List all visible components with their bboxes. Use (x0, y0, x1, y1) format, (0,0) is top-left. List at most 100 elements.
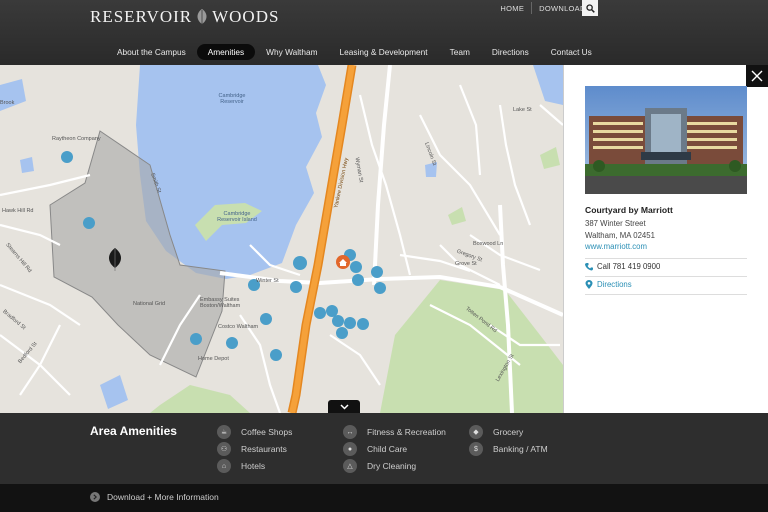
footer-bar: Download + More Information (0, 484, 768, 512)
grove-st-label: Grove St (455, 261, 477, 267)
map-pin-fitness[interactable] (83, 217, 95, 229)
directions-link[interactable]: Directions (585, 280, 632, 289)
park-area (540, 147, 560, 169)
map-pin-hotel[interactable] (293, 256, 307, 270)
map-pin[interactable] (260, 313, 272, 325)
address-line-2: Waltham, MA 02451 (585, 231, 655, 240)
directions-label: Directions (597, 280, 632, 289)
call-label: Call 781 419 0900 (597, 262, 661, 271)
website-link[interactable]: www.marriott.com (585, 242, 647, 251)
amenity-filter-restaurants[interactable]: ⚇ Restaurants (217, 442, 287, 456)
fitness-icon: ↔ (343, 425, 357, 439)
logo-text-left: RESERVOIR (90, 7, 193, 26)
amenity-label: Child Care (367, 444, 408, 454)
map-collapse-toggle[interactable] (328, 400, 360, 413)
park-area (448, 207, 466, 225)
location-info-panel: Courtyard by Marriott 387 Winter Street … (563, 65, 768, 413)
home-link[interactable]: HOME (493, 4, 531, 13)
map-pin[interactable] (374, 282, 386, 294)
brook-label: Brook (0, 100, 15, 106)
park-area (380, 280, 563, 413)
download-label: Download + More Information (107, 492, 219, 502)
map-pin[interactable] (270, 349, 282, 361)
map-pin-banking[interactable] (61, 151, 73, 163)
chevron-right-icon (90, 492, 100, 502)
map-canvas (0, 65, 563, 413)
pond (20, 157, 34, 173)
winter-st-label: Winter St (256, 278, 279, 284)
amenity-filter-fitness[interactable]: ↔ Fitness & Recreation (343, 425, 446, 439)
address-line-1: 387 Winter Street (585, 219, 646, 228)
map-pin[interactable] (344, 317, 356, 329)
map-pin[interactable] (326, 305, 338, 317)
amenity-filter-dry-cleaning[interactable]: △ Dry Cleaning (343, 459, 416, 473)
hanger-icon: △ (343, 459, 357, 473)
download-info-link[interactable]: Download + More Information (90, 492, 219, 502)
phone-icon (585, 263, 593, 271)
divider (585, 294, 747, 295)
map-pin[interactable] (371, 266, 383, 278)
map-pin[interactable] (190, 333, 202, 345)
boxwood-ln-label: Boxwood Ln (473, 241, 504, 247)
map-pin[interactable] (352, 274, 364, 286)
nav-why-waltham[interactable]: Why Waltham (255, 44, 328, 60)
amenities-map[interactable]: Cambridge Reservoir Cambridge Reservoir … (0, 65, 563, 413)
map-pin[interactable] (336, 327, 348, 339)
grocery-icon: ◆ (469, 425, 483, 439)
raytheon-label: Raytheon Company (52, 136, 101, 142)
amenity-filter-banking[interactable]: $ Banking / ATM (469, 442, 548, 456)
home-depot-label: Home Depot (198, 356, 229, 362)
embassy-suites-label: Embassy Suites Boston/Waltham (200, 297, 241, 309)
close-icon (751, 70, 763, 82)
nav-leasing-development[interactable]: Leasing & Development (329, 44, 439, 60)
hawk-hill-label: Hawk Hill Rd (2, 208, 34, 214)
lake-st-label: Lake St (513, 107, 532, 113)
amenity-filter-grocery[interactable]: ◆ Grocery (469, 425, 523, 439)
logo[interactable]: RESERVOIR WOODS (90, 7, 279, 27)
park-area (150, 385, 250, 413)
amenity-filter-child-care[interactable]: ● Child Care (343, 442, 407, 456)
national-grid-label: National Grid (133, 301, 166, 307)
search-icon (585, 3, 595, 13)
restaurant-icon: ⚇ (217, 442, 231, 456)
amenity-label: Grocery (493, 427, 524, 437)
amenity-label: Restaurants (241, 444, 287, 454)
cambridge-reservoir-label: Cambridge Reservoir (218, 93, 246, 105)
amenity-filter-hotels[interactable]: ⌂ Hotels (217, 459, 265, 473)
map-pin[interactable] (226, 337, 238, 349)
pond (0, 79, 26, 111)
area-amenities-bar: Area Amenities ☕ Coffee Shops ⚇ Restaura… (0, 413, 768, 484)
nav-contact-us[interactable]: Contact Us (540, 44, 603, 60)
map-pin[interactable] (314, 307, 326, 319)
location-name: Courtyard by Marriott (585, 205, 673, 215)
hotel-icon: ⌂ (217, 459, 231, 473)
map-pin[interactable] (357, 318, 369, 330)
amenity-filter-coffee-shops[interactable]: ☕ Coffee Shops (217, 425, 292, 439)
nav-about-the-campus[interactable]: About the Campus (106, 44, 197, 60)
nav-team[interactable]: Team (439, 44, 481, 60)
map-pin[interactable] (332, 315, 344, 327)
close-panel-button[interactable] (746, 65, 768, 87)
amenities-title: Area Amenities (90, 424, 177, 438)
costco-label: Costco Waltham (218, 324, 259, 330)
divider (585, 258, 747, 259)
map-marker-icon (585, 280, 593, 289)
amenity-label: Fitness & Recreation (367, 427, 446, 437)
map-pin[interactable] (290, 281, 302, 293)
divider (585, 276, 747, 277)
pond (533, 65, 563, 105)
reservoir-island-label: Cambridge Reservoir Island (217, 211, 257, 223)
map-pin[interactable] (350, 261, 362, 273)
hotel-photo-image (585, 86, 747, 194)
nav-directions[interactable]: Directions (481, 44, 540, 60)
pond (100, 375, 128, 409)
amenity-label: Banking / ATM (493, 444, 548, 454)
call-link[interactable]: Call 781 419 0900 (585, 262, 660, 271)
nav-amenities[interactable]: Amenities (196, 44, 256, 60)
search-button[interactable] (582, 0, 598, 16)
amenity-label: Dry Cleaning (367, 461, 417, 471)
coffee-icon: ☕ (217, 425, 231, 439)
hotel-photo (585, 86, 747, 194)
amenity-label: Coffee Shops (241, 427, 293, 437)
site-header: RESERVOIR WOODS HOME DOWNLOADS About the… (0, 0, 768, 65)
